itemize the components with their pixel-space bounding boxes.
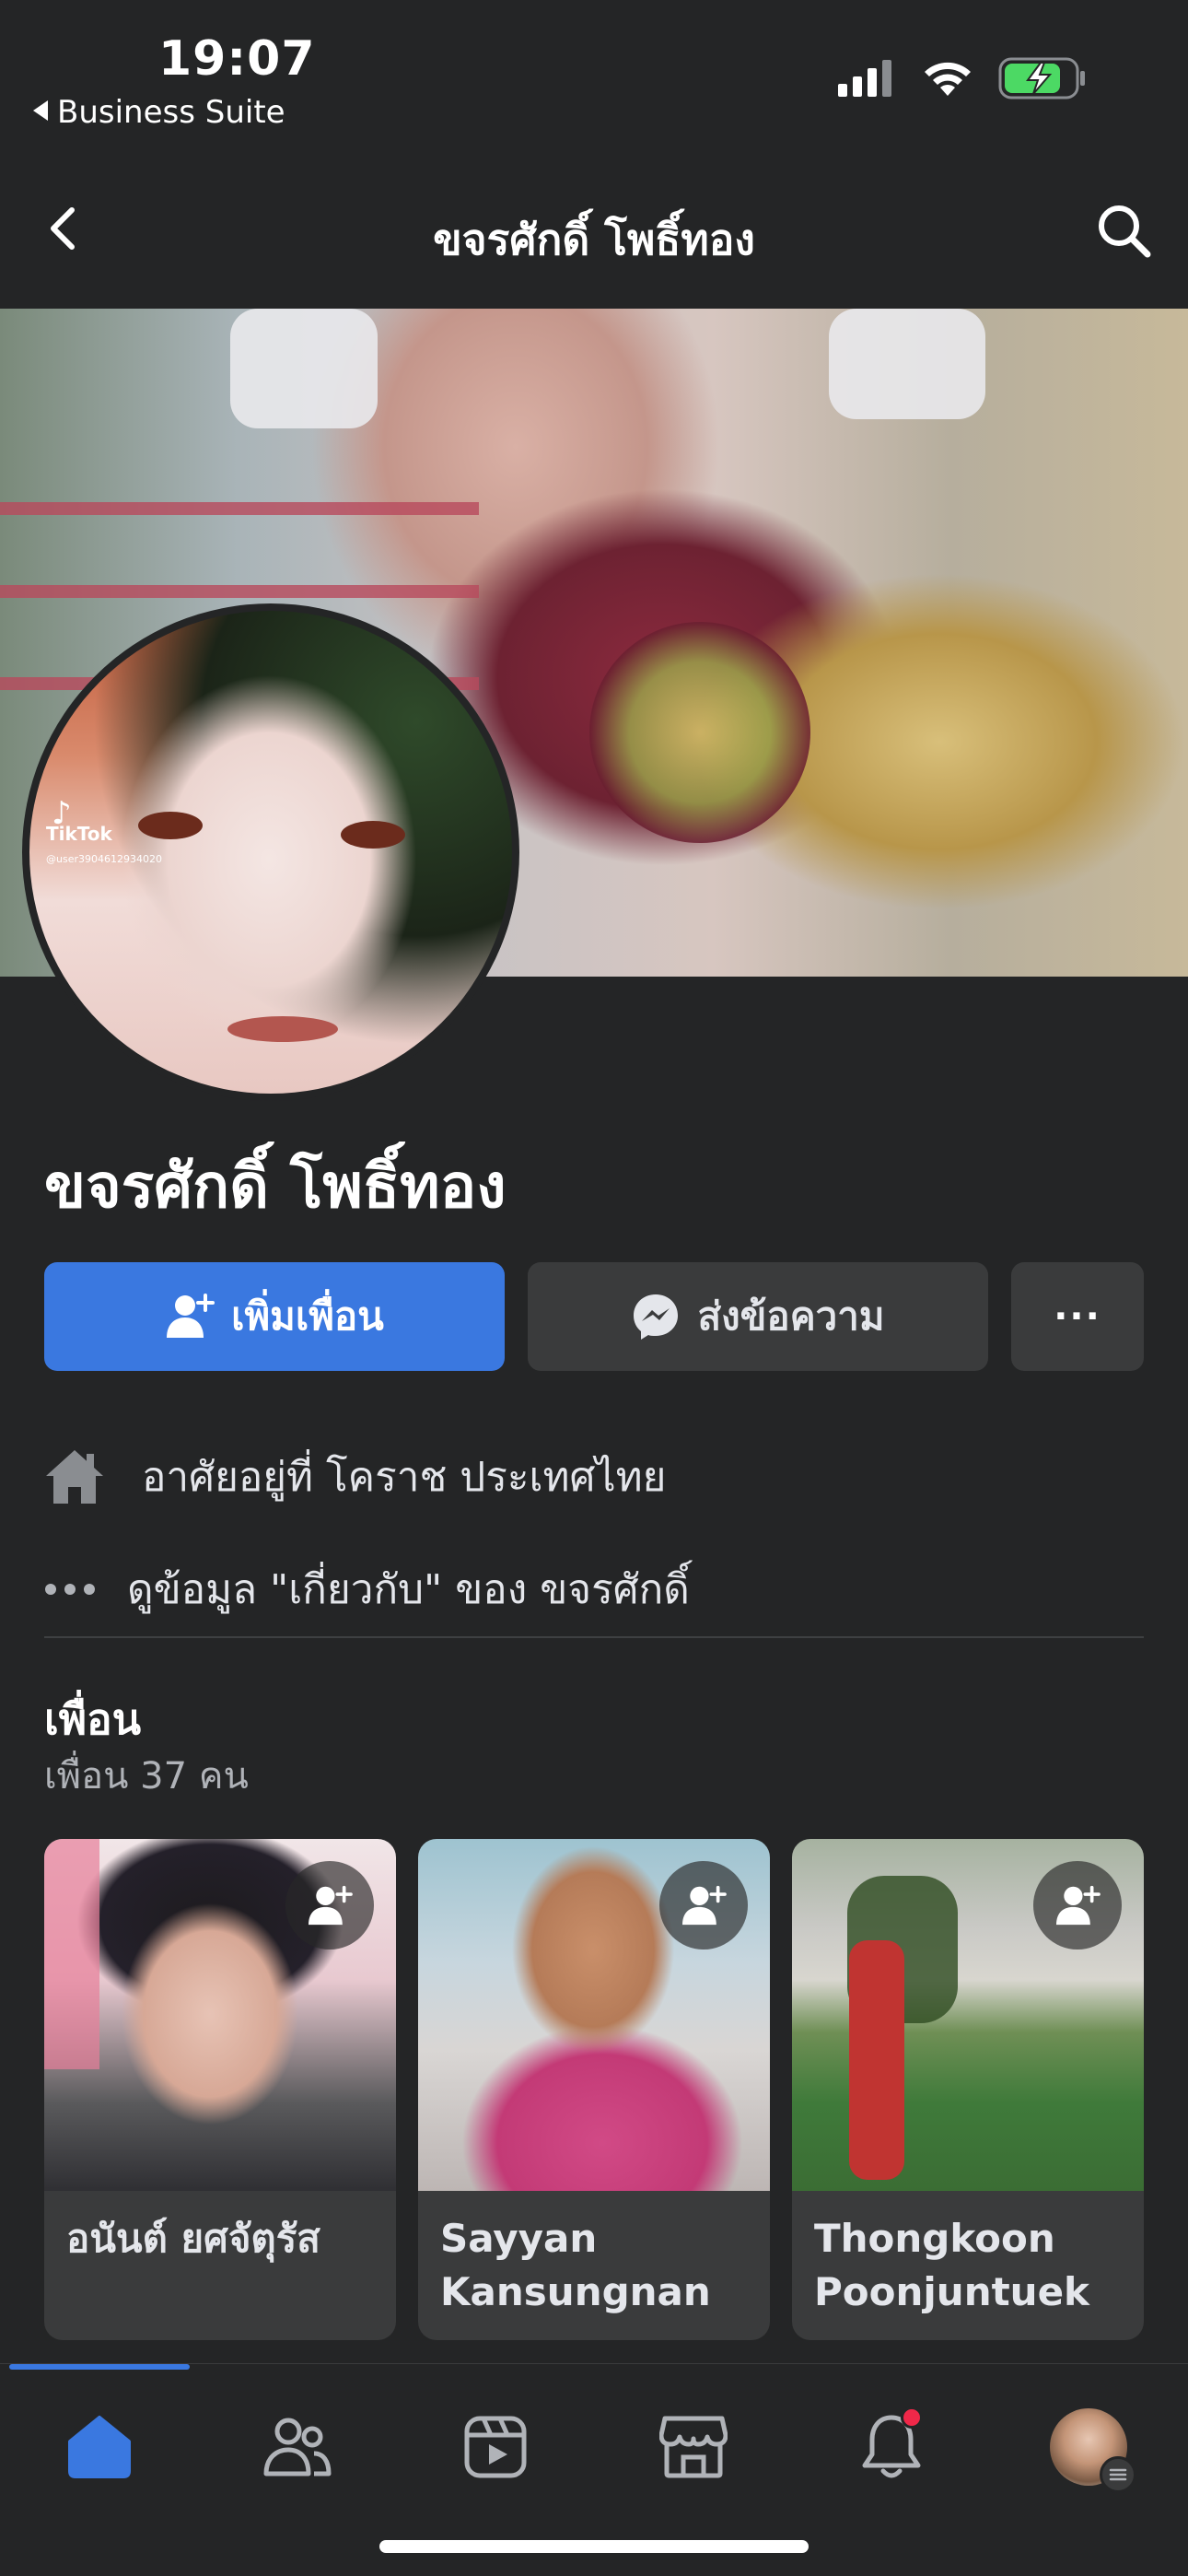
battery-charging-icon (998, 57, 1085, 100)
home-indicator (379, 2540, 809, 2553)
profile-picture[interactable]: ♪ TikTok @user3904612934020 (22, 603, 519, 1101)
navigation-header: ขจรศักดิ์ โพธิ์ทอง (0, 147, 1188, 309)
friend-card[interactable]: Thongkoon Poonjuntuek (792, 1839, 1144, 2340)
lives-in-text: อาศัยอยู่ที่ โคราช ประเทศไทย (142, 1454, 667, 1501)
avatar-eye (341, 821, 405, 849)
friend-name: Thongkoon Poonjuntuek (814, 2216, 1089, 2314)
friends-section-title[interactable]: เพื่อน (44, 1686, 141, 1753)
add-friend-button[interactable]: เพิ่มเพื่อน (44, 1262, 505, 1371)
back-to-app-link[interactable]: Business Suite (33, 94, 285, 131)
tab-notifications[interactable] (845, 2401, 938, 2493)
profile-name: ขจรศักดิ์ โพธิ์ทอง (44, 1151, 507, 1222)
cellular-signal-icon (838, 60, 891, 97)
friends-count: เพื่อน 37 คน (44, 1755, 249, 1797)
boxing-glove-right (829, 309, 985, 419)
see-about-text: ดูข้อมูล "เกี่ยวกับ" ของ ขจรศักดิ์ (127, 1566, 690, 1613)
tiktok-brand: TikTok (46, 823, 112, 845)
search-icon[interactable] (1094, 201, 1153, 260)
home-icon-wrap (44, 1445, 118, 1509)
tiktok-username: @user3904612934020 (46, 853, 162, 865)
message-button[interactable]: ส่งข้อความ (528, 1262, 988, 1371)
see-about-row[interactable]: ดูข้อมูล "เกี่ยวกับ" ของ ขจรศักดิ์ (44, 1557, 690, 1622)
add-friend-icon (1056, 1885, 1101, 1926)
add-friend-icon (309, 1885, 353, 1926)
more-icon: ··· (1054, 1295, 1101, 1338)
home-icon (68, 2416, 131, 2478)
profile-avatar (1050, 2408, 1136, 2493)
avatar: ♪ TikTok @user3904612934020 (29, 611, 512, 1094)
active-tab-indicator (9, 2364, 190, 2370)
menu-badge-icon (1100, 2456, 1136, 2493)
avatar-mouth (227, 1016, 338, 1042)
tab-profile-menu[interactable] (1042, 2401, 1136, 2493)
divider (44, 1636, 1144, 1638)
message-label: ส่งข้อความ (697, 1294, 885, 1339)
lives-in-row: อาศัยอยู่ที่ โคราช ประเทศไทย (44, 1445, 666, 1509)
back-triangle-icon (33, 100, 48, 121)
tab-home[interactable] (53, 2401, 146, 2493)
hamburger-icon (1109, 2468, 1127, 2481)
ring-rope (0, 502, 479, 515)
video-icon (464, 2416, 527, 2478)
championship-belt (589, 622, 810, 843)
tiktok-watermark: TikTok @user3904612934020 (46, 823, 162, 867)
page-title: ขจรศักดิ์ โพธิ์ทอง (433, 215, 755, 264)
boxing-glove-left (230, 309, 378, 428)
wifi-icon (925, 62, 971, 96)
back-app-label: Business Suite (57, 94, 285, 131)
more-options-button[interactable]: ··· (1011, 1262, 1144, 1371)
tab-marketplace[interactable] (647, 2401, 740, 2493)
home-icon (46, 1450, 103, 1504)
add-friend-circle-button[interactable] (1033, 1861, 1122, 1950)
marketplace-icon (659, 2416, 728, 2478)
friend-name: อนันต์ ยศจัตุรัส (66, 2216, 320, 2261)
add-friend-circle-button[interactable] (285, 1861, 374, 1950)
notification-badge (901, 2406, 923, 2429)
status-time: 19:07 (158, 31, 316, 87)
add-friend-label: เพิ่มเพื่อน (231, 1294, 384, 1339)
ring-rope (0, 585, 479, 598)
ellipsis-icon (45, 1584, 95, 1595)
add-friend-icon (167, 1294, 215, 1338)
status-bar: 19:07 Business Suite (0, 0, 1188, 147)
add-friend-circle-button[interactable] (659, 1861, 748, 1950)
friend-card[interactable]: อนันต์ ยศจัตุรัส (44, 1839, 396, 2340)
messenger-icon (634, 1294, 679, 1340)
tab-friends[interactable] (251, 2401, 344, 2493)
add-friend-icon (682, 1885, 727, 1926)
friends-icon (263, 2418, 332, 2476)
friend-card[interactable]: Sayyan Kansungnan (418, 1839, 770, 2340)
tab-video[interactable] (449, 2401, 542, 2493)
ellipsis-icon-wrap (44, 1557, 109, 1622)
friend-name: Sayyan Kansungnan (440, 2216, 711, 2314)
status-icons (838, 57, 1087, 100)
